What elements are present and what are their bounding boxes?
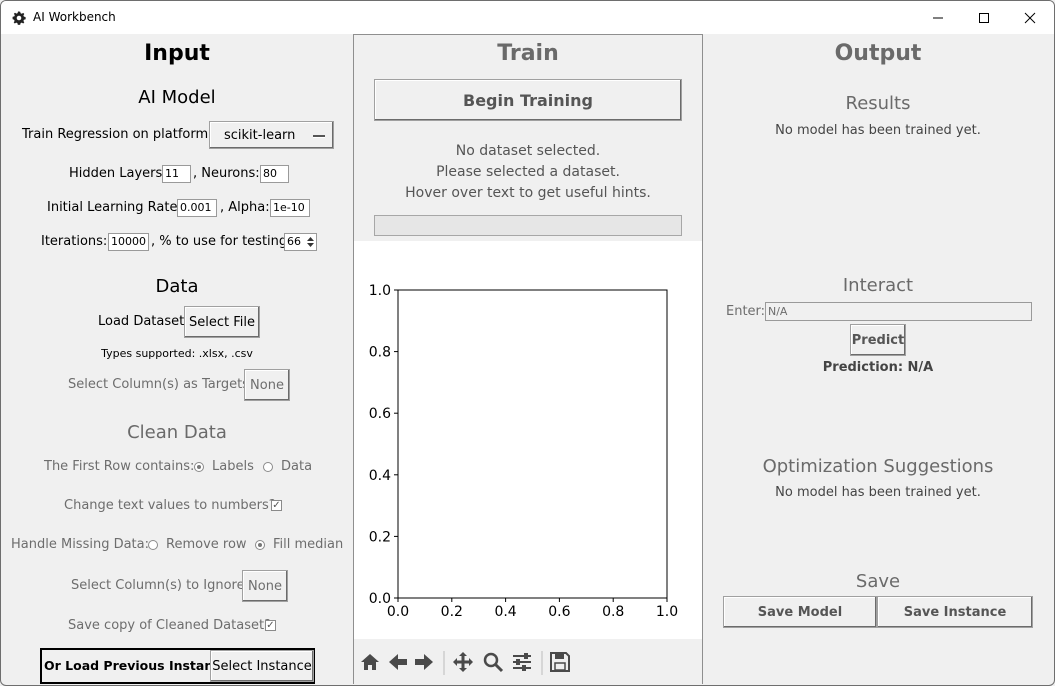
load-dataset-label: Load Dataset: — [98, 314, 189, 329]
alpha-label: , Alpha: — [220, 200, 270, 215]
hidden-layers-input[interactable] — [162, 165, 191, 183]
iterations-input[interactable] — [108, 233, 149, 251]
maximize-button[interactable] — [961, 1, 1007, 34]
pan-icon[interactable] — [453, 652, 473, 672]
plot-toolbar-icons — [361, 651, 570, 675]
save-figure-icon[interactable] — [550, 652, 570, 672]
y-tick-label: 0.8 — [369, 345, 391, 361]
text-to-numbers-label: Change text values to numbers? — [64, 498, 276, 513]
training-plot: 0.0 0.2 0.4 0.6 0.8 1.00.00.20.40.60.81.0 — [369, 283, 678, 620]
missing-remove-row-radio[interactable] — [148, 540, 158, 550]
load-instance-label: Or Load Previous Instance: — [44, 658, 235, 673]
first-row-data-label: Data — [281, 459, 313, 474]
train-status: No dataset selected. Please selected a d… — [353, 141, 703, 204]
y-tick-label: 1.0 — [369, 283, 391, 299]
gear-icon — [12, 11, 26, 25]
enter-label: Enter: — [726, 304, 766, 319]
missing-data-label: Handle Missing Data: — [11, 537, 150, 552]
train-status-line: No dataset selected. — [455, 143, 601, 159]
x-tick-label: 1.0 — [656, 604, 678, 620]
input-heading: Input — [144, 41, 210, 66]
plot-toolbar — [354, 641, 702, 684]
platform-label: Train Regression on platform: — [22, 127, 213, 142]
data-heading: Data — [155, 276, 199, 297]
x-tick-label: 0.6 — [548, 604, 570, 620]
optimization-heading: Optimization Suggestions — [762, 456, 994, 477]
first-row-labels-label: Labels — [212, 459, 254, 474]
optimization-text: No model has been trained yet. — [775, 485, 981, 500]
x-tick-label: 0.4 — [494, 604, 516, 620]
prediction-text: Prediction: N/A — [822, 360, 934, 375]
testing-spinbox[interactable]: 66 — [284, 233, 317, 251]
zoom-icon[interactable] — [483, 652, 504, 673]
close-button[interactable] — [1007, 1, 1053, 34]
select-file-button[interactable]: Select File — [184, 306, 260, 338]
results-text: No model has been trained yet. — [775, 123, 981, 138]
maximize-icon — [979, 12, 989, 23]
types-supported-text: Types supported: .xlsx, .csv — [101, 347, 253, 360]
training-progress-bar — [374, 215, 682, 236]
minimize-button[interactable] — [915, 1, 961, 34]
x-tick-label: 0.8 — [602, 604, 624, 620]
first-row-labels-radio[interactable] — [194, 462, 204, 472]
begin-training-button[interactable]: Begin Training — [374, 79, 682, 121]
minimize-icon — [933, 17, 943, 18]
train-status-line: Hover over text to get useful hints. — [405, 185, 651, 201]
ai-model-heading: AI Model — [138, 87, 216, 108]
save-cleaned-label: Save copy of Cleaned Dataset? — [68, 618, 271, 633]
text-to-numbers-checkbox[interactable]: ✓ — [271, 500, 282, 511]
title-bar[interactable]: AI Workbench — [1, 1, 1054, 34]
home-icon[interactable] — [361, 654, 379, 670]
interact-heading: Interact — [842, 275, 914, 296]
train-heading: Train — [497, 41, 559, 66]
y-tick-label: 0.0 — [369, 591, 391, 607]
targets-button[interactable]: None — [244, 369, 290, 401]
enter-input[interactable] — [765, 302, 1032, 321]
window-title: AI Workbench — [33, 10, 116, 24]
targets-label: Select Column(s) as Targets: — [68, 377, 254, 392]
plot-axes-frame — [397, 289, 668, 599]
spin-arrows-icon[interactable] — [306, 235, 315, 249]
back-arrow-icon[interactable] — [389, 654, 407, 670]
ignore-columns-button[interactable]: None — [242, 570, 288, 602]
missing-remove-row-label: Remove row — [166, 537, 247, 552]
output-heading: Output — [834, 41, 922, 66]
iterations-label: Iterations: — [41, 234, 108, 249]
app-window: AI Workbench Input AI Model Train Regres… — [0, 0, 1055, 686]
testing-value: 66 — [287, 235, 301, 248]
hidden-layers-label: Hidden Layers: — [69, 166, 167, 181]
option-menu-indicator-icon — [313, 135, 325, 137]
testing-label: , % to use for testing: — [151, 234, 292, 249]
train-status-line: Please selected a dataset. — [436, 164, 620, 180]
select-instance-button[interactable]: Select Instance — [210, 650, 314, 682]
neurons-input[interactable] — [260, 165, 289, 183]
predict-button[interactable]: Predict — [850, 324, 906, 356]
save-heading: Save — [855, 571, 901, 592]
ignore-columns-label: Select Column(s) to Ignore: — [71, 578, 249, 593]
y-tick-label: 0.6 — [369, 406, 391, 422]
results-heading: Results — [845, 93, 911, 114]
learning-rate-input[interactable] — [177, 199, 217, 217]
save-instance-button[interactable]: Save Instance — [877, 596, 1033, 628]
y-tick-label: 0.4 — [369, 468, 391, 484]
platform-value: scikit-learn — [224, 127, 296, 143]
configure-subplots-icon[interactable] — [513, 653, 531, 671]
first-row-label: The First Row contains: — [44, 459, 195, 474]
first-row-data-radio[interactable] — [263, 462, 273, 472]
missing-fill-median-label: Fill median — [273, 537, 344, 552]
y-tick-label: 0.2 — [369, 529, 391, 545]
alpha-input[interactable] — [270, 199, 310, 217]
clean-data-heading: Clean Data — [127, 422, 227, 443]
close-icon — [1024, 12, 1036, 23]
learning-rate-label: Initial Learning Rate: — [47, 200, 182, 215]
missing-fill-median-radio[interactable] — [255, 540, 265, 550]
x-tick-label: 0.2 — [441, 604, 463, 620]
save-cleaned-checkbox[interactable]: ✓ — [265, 620, 276, 631]
plot-canvas[interactable]: 0.0 0.2 0.4 0.6 0.8 1.0 0.0 0.2 0.4 0.6 0.8 1.0 — [354, 241, 702, 639]
save-model-button[interactable]: Save Model — [723, 596, 877, 628]
forward-arrow-icon[interactable] — [415, 654, 433, 670]
platform-select[interactable]: scikit-learn — [209, 121, 334, 149]
neurons-label: , Neurons: — [193, 166, 260, 181]
